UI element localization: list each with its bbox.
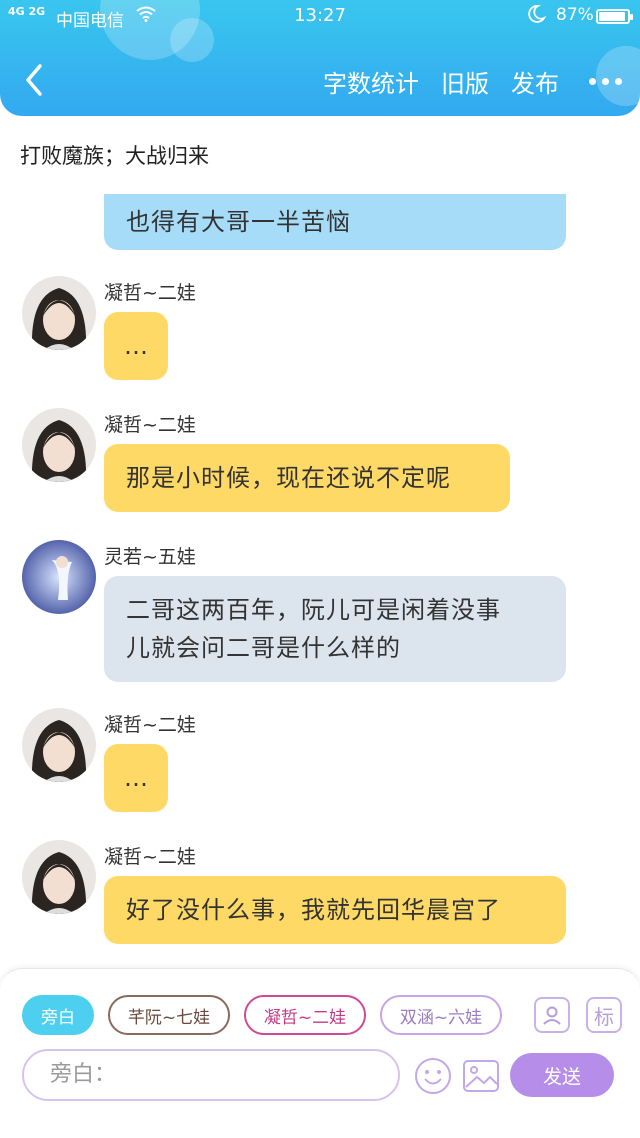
header-actions: 字数统计 旧版 发布	[323, 64, 622, 99]
send-button[interactable]: 发送	[510, 1053, 614, 1097]
avatar[interactable]	[22, 408, 96, 482]
sender-name: 凝哲~二娃	[104, 714, 196, 736]
role-mark-button[interactable]: 标	[586, 997, 622, 1033]
role-chip[interactable]: 芊阮~七娃	[108, 995, 230, 1035]
message-list[interactable]: 也得有大哥一半苦恼 凝哲~二娃 … 凝哲~二娃 那是小时候，现在还说不定呢 灵若…	[0, 180, 640, 968]
message-bubble[interactable]: 也得有大哥一半苦恼	[104, 194, 566, 250]
message-bubble[interactable]: …	[104, 312, 168, 380]
avatar[interactable]	[22, 540, 96, 614]
message-input[interactable]: 旁白：	[22, 1049, 400, 1101]
top-header: 4G 2G 中国电信 13:27 87% 字数统计 旧版 发布	[0, 0, 640, 116]
add-role-button[interactable]	[534, 997, 570, 1033]
message-line: 二哥这两百年，阮儿可是闲着没事	[126, 596, 501, 624]
avatar[interactable]	[22, 840, 96, 914]
old-version-button[interactable]: 旧版	[441, 64, 489, 99]
message-bubble[interactable]: 那是小时候，现在还说不定呢	[104, 444, 510, 512]
message-bubble[interactable]: …	[104, 744, 168, 812]
message-bubble[interactable]: 二哥这两百年，阮儿可是闲着没事 儿就会问二哥是什么样的	[104, 576, 566, 682]
chapter-title: 打败魔族；大战归来	[20, 144, 209, 168]
status-bar: 4G 2G 中国电信 13:27 87%	[0, 0, 640, 34]
more-icon[interactable]	[589, 78, 622, 85]
role-chip[interactable]: 双涵~六娃	[380, 995, 502, 1035]
avatar[interactable]	[22, 276, 96, 350]
sender-name: 凝哲~二娃	[104, 414, 196, 436]
role-chip[interactable]: 凝哲~二娃	[244, 995, 366, 1035]
back-button[interactable]	[20, 60, 50, 100]
sender-name: 灵若~五娃	[104, 546, 196, 568]
person-icon	[543, 1006, 561, 1025]
role-chip-narrator[interactable]: 旁白	[22, 995, 94, 1035]
message-line: 儿就会问二哥是什么样的	[126, 634, 401, 662]
compose-panel: 旁白 芊阮~七娃 凝哲~二娃 双涵~六娃 标 旁白： 发送	[0, 968, 640, 1138]
moon-icon	[528, 4, 547, 29]
emoji-icon[interactable]	[414, 1057, 452, 1095]
message-bubble[interactable]: 好了没什么事，我就先回华晨宫了	[104, 876, 566, 944]
chevron-left-icon	[26, 64, 42, 96]
battery-icon	[596, 9, 633, 24]
battery-percent: 87%	[556, 5, 594, 25]
publish-button[interactable]: 发布	[511, 64, 559, 99]
sender-name: 凝哲~二娃	[104, 282, 196, 304]
word-count-button[interactable]: 字数统计	[323, 64, 419, 99]
avatar[interactable]	[22, 708, 96, 782]
sender-name: 凝哲~二娃	[104, 846, 196, 868]
image-icon[interactable]	[462, 1057, 500, 1095]
